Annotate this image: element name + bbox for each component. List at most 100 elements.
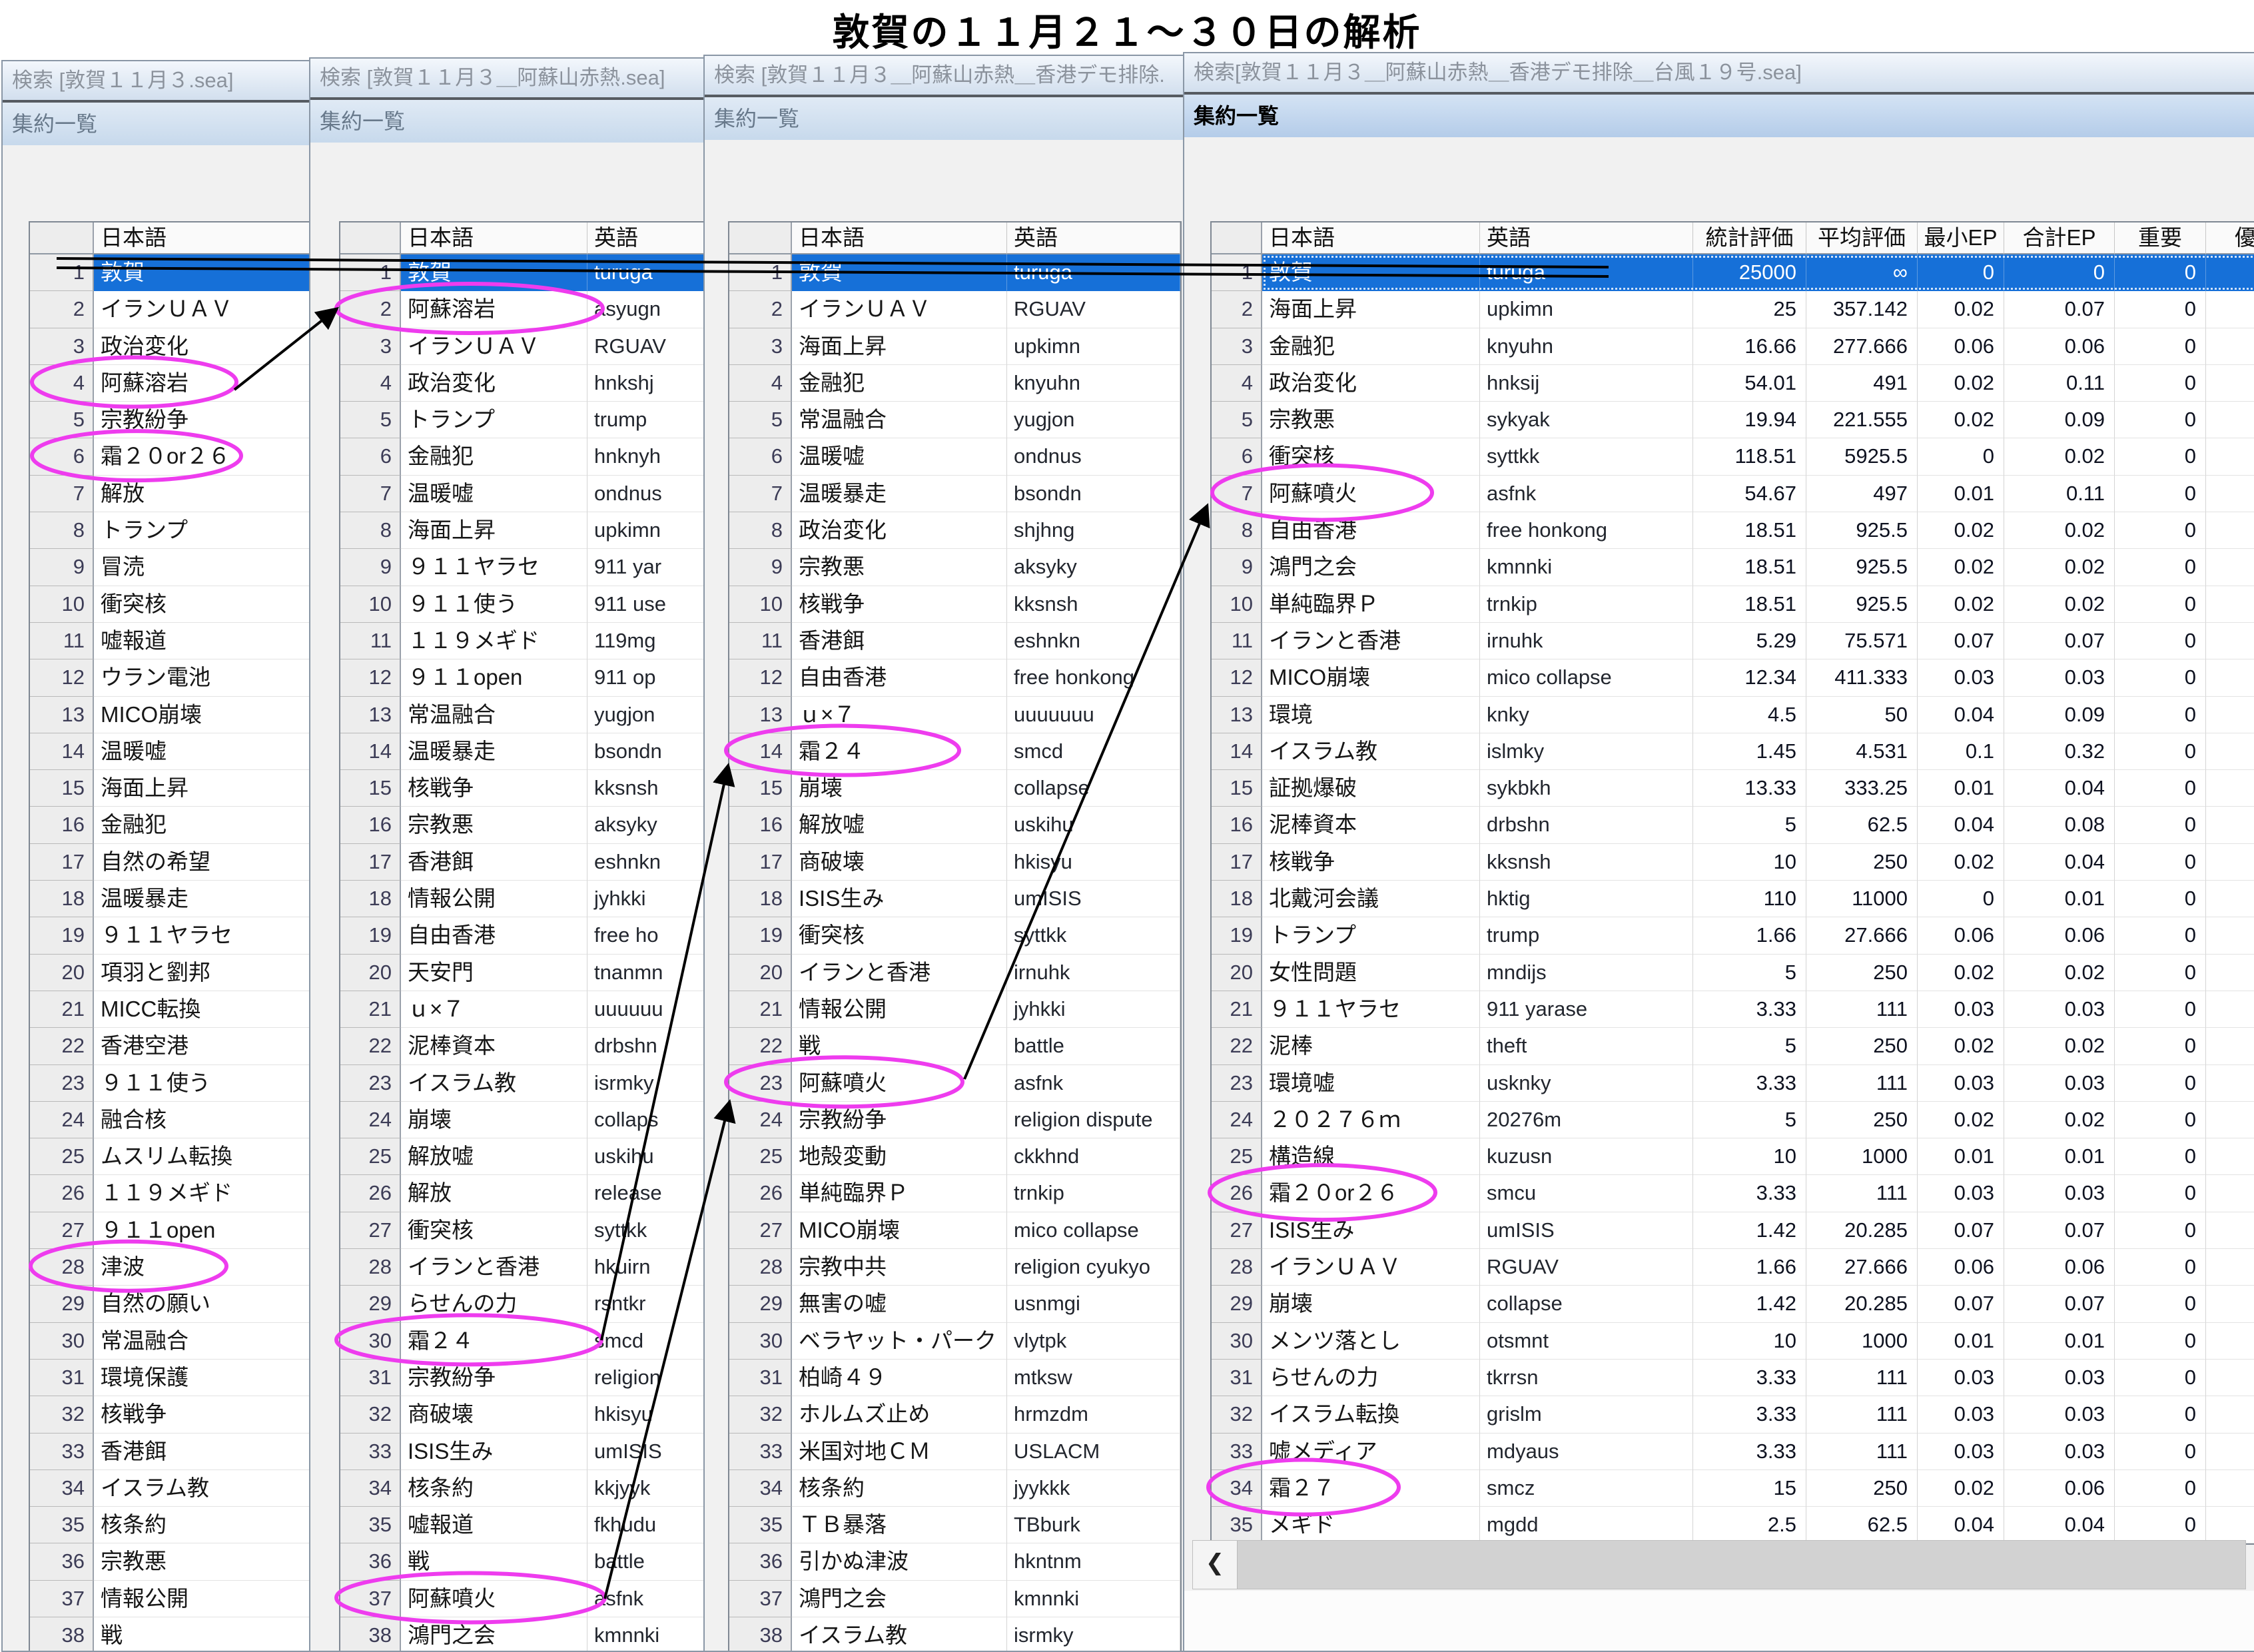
column-header[interactable]: 日本語 bbox=[1262, 222, 1480, 254]
table-row[interactable]: 28津波 bbox=[30, 1249, 319, 1286]
table-row[interactable]: 21MICC転換 bbox=[30, 991, 319, 1028]
table-row[interactable]: 6金融犯hnknyh bbox=[340, 438, 706, 475]
window-title-bar[interactable]: 検索 [敦賀１１月３＿阿蘇山赤熱＿香港デモ排除. bbox=[705, 56, 1184, 97]
column-header[interactable]: 合計EP bbox=[2004, 222, 2115, 254]
table-row[interactable]: 30メンツ落としotsmnt1010000.010.010 bbox=[1212, 1323, 2254, 1360]
table-row[interactable]: 20女性問題mndijs52500.020.020 bbox=[1212, 955, 2254, 991]
table-row[interactable]: 5常温融合yugjon bbox=[729, 402, 1180, 438]
table-row[interactable]: 31環境保護 bbox=[30, 1360, 319, 1396]
table-row[interactable]: 27ISIS生みumISIS1.4220.2850.070.070 bbox=[1212, 1212, 2254, 1249]
column-header[interactable]: 統計評価 bbox=[1693, 222, 1806, 254]
table-row[interactable]: 37情報公開 bbox=[30, 1581, 319, 1617]
table-row[interactable]: 9冒涜 bbox=[30, 549, 319, 586]
table-row[interactable]: 18情報公開jyhkki bbox=[340, 881, 706, 917]
table-row[interactable]: 32ホルムズ止めhrmzdm bbox=[729, 1396, 1180, 1433]
table-row[interactable]: 16解放嘘uskihu bbox=[729, 807, 1180, 843]
table-row[interactable]: 18ISIS生みumISIS bbox=[729, 881, 1180, 917]
table-row[interactable]: 11１１９メギド119mg bbox=[340, 623, 706, 659]
table-row[interactable]: 22泥棒theft52500.020.020 bbox=[1212, 1028, 2254, 1064]
table-row[interactable]: 37鴻門之会kmnnki bbox=[729, 1581, 1180, 1617]
table-row[interactable]: 13MICO崩壊 bbox=[30, 697, 319, 733]
table-row[interactable]: 15海面上昇 bbox=[30, 770, 319, 807]
table-row[interactable]: 33香港餌 bbox=[30, 1434, 319, 1470]
table-row[interactable]: 19衝突核syttkk bbox=[729, 917, 1180, 954]
table-row[interactable]: 3海面上昇upkimn bbox=[729, 328, 1180, 365]
table-row[interactable]: 17商破壊hkisyu bbox=[729, 844, 1180, 881]
table-row[interactable]: 17核戦争kksnsh102500.020.040 bbox=[1212, 844, 2254, 881]
table-row[interactable]: 13環境knky4.5500.040.090 bbox=[1212, 697, 2254, 733]
table-row[interactable]: 26解放release bbox=[340, 1175, 706, 1212]
table-row[interactable]: 17自然の希望 bbox=[30, 844, 319, 881]
table-row[interactable]: 33嘘メディアmdyaus3.331110.030.030 bbox=[1212, 1434, 2254, 1470]
row-number-header[interactable] bbox=[1212, 222, 1262, 254]
table-row[interactable]: 6温暖嘘ondnus bbox=[729, 438, 1180, 475]
table-row[interactable]: 30ベラヤット・パークvlytpk bbox=[729, 1323, 1180, 1360]
table-row[interactable]: 14霜２４smcd bbox=[729, 733, 1180, 770]
table-row[interactable]: 18北戴河会議hktig1101100000.010 bbox=[1212, 881, 2254, 917]
window-title-bar[interactable]: 検索[敦賀１１月３＿阿蘇山赤熱＿香港デモ排除＿台風１９号.sea] bbox=[1184, 53, 2254, 95]
table-row[interactable]: 19自由香港free ho bbox=[340, 917, 706, 954]
table-row[interactable]: 9宗教悪aksyky bbox=[729, 549, 1180, 586]
table-row[interactable]: 15崩壊collapse bbox=[729, 770, 1180, 807]
table-row[interactable]: 10９１１使う911 use bbox=[340, 586, 706, 623]
table-row[interactable]: 32商破壊hkisyu bbox=[340, 1396, 706, 1433]
table-row[interactable]: 1敦賀turuga25000∞000 bbox=[1212, 254, 2254, 291]
table-row[interactable]: 2海面上昇upkimn25357.1420.020.070 bbox=[1212, 291, 2254, 328]
table-row[interactable]: 29自然の願い bbox=[30, 1286, 319, 1322]
table-row[interactable]: 36宗教悪 bbox=[30, 1543, 319, 1580]
table-row[interactable]: 32核戦争 bbox=[30, 1396, 319, 1433]
table-row[interactable]: 11香港餌eshnkn bbox=[729, 623, 1180, 659]
column-header[interactable]: 英語 bbox=[587, 222, 706, 254]
table-row[interactable]: 14温暖暴走bsondn bbox=[340, 733, 706, 770]
table-row[interactable]: 14イスラム教islmky1.454.5310.10.320 bbox=[1212, 733, 2254, 770]
table-row[interactable]: 28宗教中共religion cyukyo bbox=[729, 1249, 1180, 1286]
table-row[interactable]: 2イランＵＡＶ bbox=[30, 291, 319, 328]
table-row[interactable]: 16宗教悪aksyky bbox=[340, 807, 706, 843]
table-row[interactable]: 31柏崎４９mtksw bbox=[729, 1360, 1180, 1396]
scroll-left-icon[interactable]: ❮ bbox=[1193, 1541, 1238, 1589]
table-row[interactable]: 38イスラム教isrmky bbox=[729, 1617, 1180, 1652]
table-row[interactable]: 15核戦争kksnsh bbox=[340, 770, 706, 807]
table-row[interactable]: 2阿蘇溶岩asyugn bbox=[340, 291, 706, 328]
row-number-header[interactable] bbox=[340, 222, 401, 254]
column-header[interactable]: 日本語 bbox=[94, 222, 310, 254]
table-row[interactable]: 1敦賀turuga bbox=[729, 254, 1180, 291]
table-row[interactable]: 26１１９メギド bbox=[30, 1175, 319, 1212]
table-row[interactable]: 4政治変化hnkshj bbox=[340, 365, 706, 402]
table-row[interactable]: 29崩壊collapse1.4220.2850.070.070 bbox=[1212, 1286, 2254, 1322]
table-row[interactable]: 22香港空港 bbox=[30, 1028, 319, 1064]
table-row[interactable]: 38戦 bbox=[30, 1617, 319, 1652]
table-row[interactable]: 33ISIS生みumISIS bbox=[340, 1434, 706, 1470]
table-row[interactable]: 10衝突核 bbox=[30, 586, 319, 623]
table-row[interactable]: 23阿蘇噴火asfnk bbox=[729, 1065, 1180, 1102]
table-row[interactable]: 20イランと香港irnuhk bbox=[729, 955, 1180, 991]
table-row[interactable]: 4政治変化hnksij54.014910.020.110 bbox=[1212, 365, 2254, 402]
table-row[interactable]: 3政治変化 bbox=[30, 328, 319, 365]
table-row[interactable]: 8トランプ bbox=[30, 512, 319, 549]
table-row[interactable]: 31宗教紛争religion bbox=[340, 1360, 706, 1396]
window-title-bar[interactable]: 検索 [敦賀１１月３＿阿蘇山赤熱.sea] bbox=[310, 59, 705, 100]
table-row[interactable]: 11嘘報道 bbox=[30, 623, 319, 659]
table-row[interactable]: 21ｕ×７uuuuuu bbox=[340, 991, 706, 1028]
table-row[interactable]: 26単純臨界Ｐtrnkip bbox=[729, 1175, 1180, 1212]
column-header[interactable]: 日本語 bbox=[792, 222, 1007, 254]
table-row[interactable]: 24融合核 bbox=[30, 1102, 319, 1138]
table-row[interactable]: 3金融犯knyuhn16.66277.6660.060.060 bbox=[1212, 328, 2254, 365]
table-row[interactable]: 13常温融合yugjon bbox=[340, 697, 706, 733]
table-row[interactable]: 4金融犯knyuhn bbox=[729, 365, 1180, 402]
column-header[interactable]: 英語 bbox=[1007, 222, 1180, 254]
table-row[interactable]: 7阿蘇噴火asfnk54.674970.010.110 bbox=[1212, 476, 2254, 512]
table-row[interactable]: 28イランＵＡＶRGUAV1.6627.6660.060.060 bbox=[1212, 1249, 2254, 1286]
table-row[interactable]: 4阿蘇溶岩 bbox=[30, 365, 319, 402]
table-row[interactable]: 12MICO崩壊mico collapse12.34411.3330.030.0… bbox=[1212, 659, 2254, 696]
table-row[interactable]: 7温暖嘘ondnus bbox=[340, 476, 706, 512]
table-row[interactable]: 5トランプtrump bbox=[340, 402, 706, 438]
table-row[interactable]: 20天安門tnanmn bbox=[340, 955, 706, 991]
table-row[interactable]: 25ムスリム転換 bbox=[30, 1138, 319, 1175]
table-row[interactable]: 16泥棒資本drbshn562.50.040.080 bbox=[1212, 807, 2254, 843]
table-row[interactable]: 17香港餌eshnkn bbox=[340, 844, 706, 881]
table-row[interactable]: 24崩壊collaps bbox=[340, 1102, 706, 1138]
table-row[interactable]: 23イスラム教isrmky bbox=[340, 1065, 706, 1102]
table-row[interactable]: 21９１１ヤラセ911 yarase3.331110.030.030 bbox=[1212, 991, 2254, 1028]
table-row[interactable]: 1敦賀turuga bbox=[340, 254, 706, 291]
